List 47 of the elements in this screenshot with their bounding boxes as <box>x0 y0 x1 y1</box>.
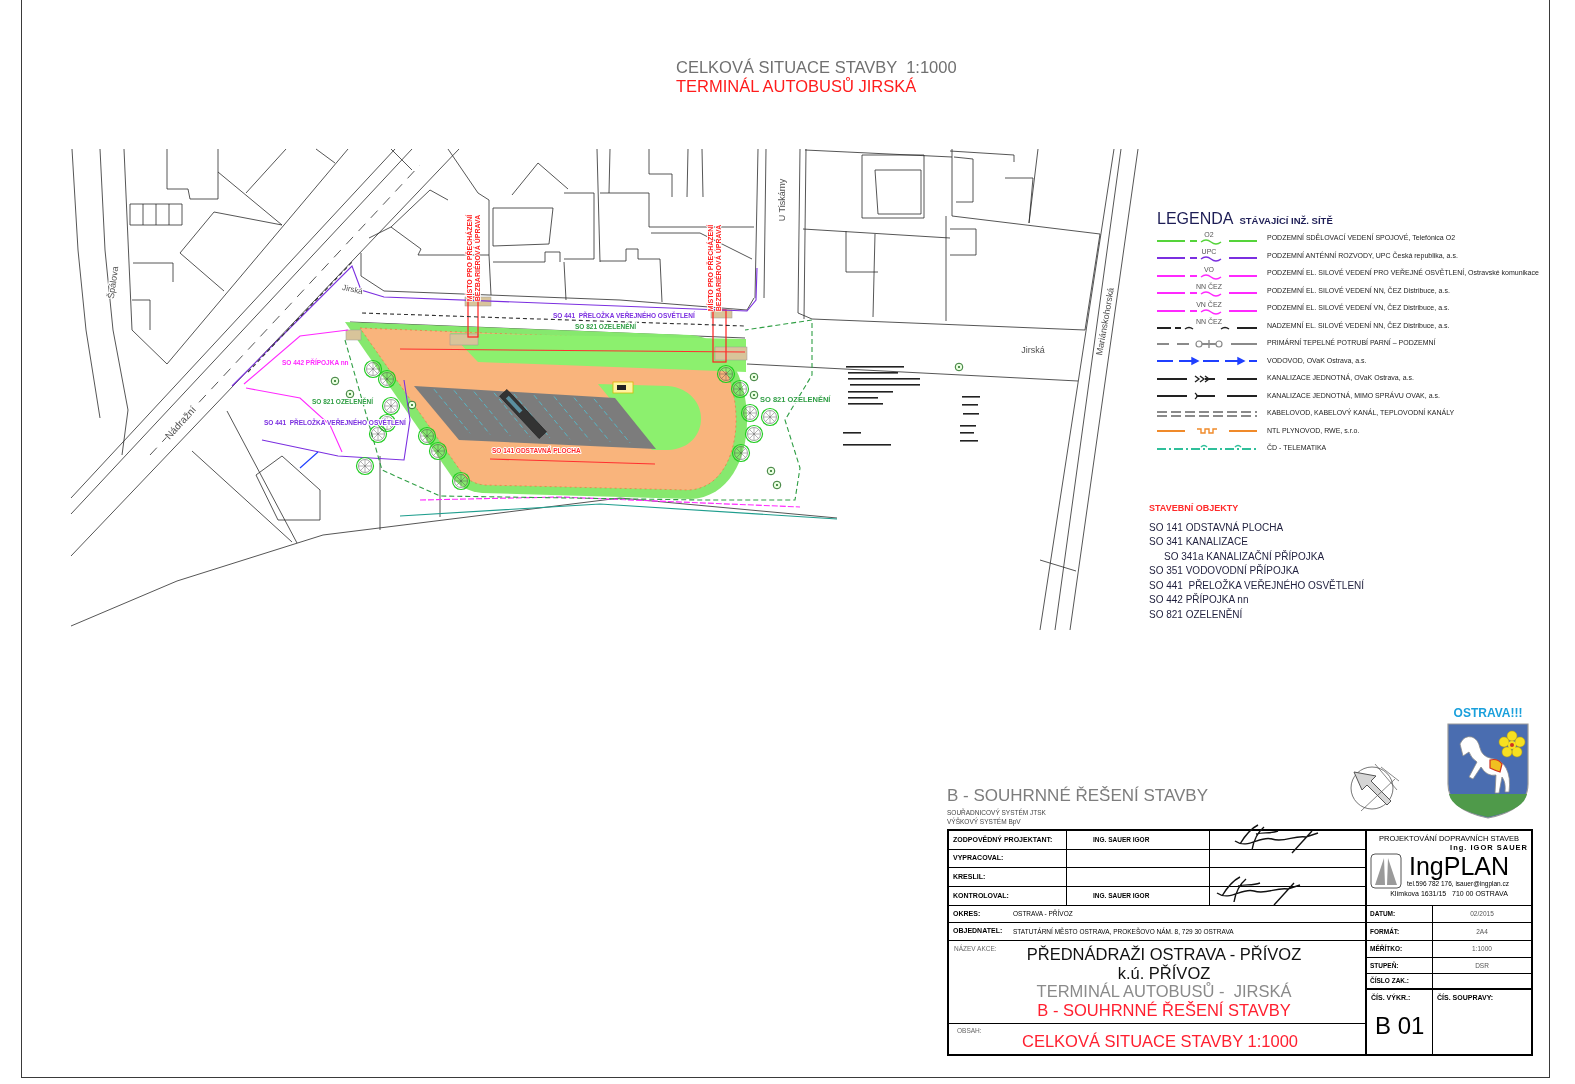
legend-title: LEGENDA <box>1157 210 1234 228</box>
project-title: k.ú. PŘÍVOZ <box>1117 963 1211 982</box>
building-object-item: SO 141 ODSTAVNÁ PLOCHA <box>1149 520 1284 535</box>
building-object-item: SO 442 PŘÍPOJKA nn <box>1149 593 1249 607</box>
shrub-icon <box>954 362 964 372</box>
tree-icon <box>731 443 751 463</box>
tree-icon <box>730 379 750 399</box>
building-object-item: SO 341 KANALIZACE <box>1149 535 1248 549</box>
street-name: Jirská <box>1021 345 1045 355</box>
building-object-item: SO 341a KANALIZAČNÍ PŘÍPOJKA <box>1164 549 1325 564</box>
marker-icon <box>612 381 634 394</box>
company-logo-text: IngPLAN <box>1408 853 1509 880</box>
road-logo-icon <box>1370 853 1402 889</box>
tree-icon <box>377 369 397 389</box>
coat-of-arms-icon <box>1446 722 1530 820</box>
tree-icon <box>744 424 764 444</box>
building-object-item: SO 441 PŘELOŽKA VEŘEJNÉHO OSVĚTLENÍ <box>1149 578 1365 593</box>
tree-icon <box>363 359 383 379</box>
street-name: Špálova <box>105 265 121 300</box>
tree-icon <box>760 407 780 427</box>
tree-icon <box>381 396 401 416</box>
crosswalk-marking <box>712 309 727 363</box>
tree-icon <box>451 471 471 491</box>
building-object-item: SO 821 OZELENĚNÍ <box>1149 607 1243 622</box>
city-caption: OSTRAVA!!! <box>1453 706 1523 720</box>
sheet-title: TERMINÁL AUTOBUSŮ JIRSKÁ <box>676 77 917 96</box>
building-object-item: SO 351 VODOVODNÍ PŘÍPOJKA <box>1149 564 1300 578</box>
shrub-icon <box>407 400 417 410</box>
drawing-heading: B - SOUHRNNÉ ŘEŠENÍ STAVBY <box>947 786 1209 805</box>
tree-icon <box>368 424 388 444</box>
tree-icon <box>428 441 448 461</box>
tree-icon <box>740 403 760 423</box>
objects-title: STAVEBNÍ OBJEKTY <box>1149 501 1239 515</box>
contents-title: CELKOVÁ SITUACE STAVBY 1:1000 <box>1021 1031 1298 1051</box>
sheet-title: CELKOVÁ SITUACE STAVBY 1:1000 <box>676 58 957 77</box>
tree-icon <box>716 364 736 384</box>
tree-icon <box>417 426 437 446</box>
street-name: U Tiskárny <box>777 178 787 222</box>
drawing-number: B 01 <box>1375 1012 1425 1039</box>
project-title: B - SOUHRNNÉ ŘEŠENÍ STAVBY <box>1037 1000 1291 1019</box>
tree-icon <box>355 456 375 476</box>
project-title: PŘEDNÁDRAŽI OSTRAVA - PŘÍVOZ <box>1026 945 1302 964</box>
legend-subtitle: STÁVAJÍCÍ INŽ. SÍTĚ <box>1239 214 1333 228</box>
paving-block <box>345 329 362 341</box>
project-title: TERMINÁL AUTOBUSŮ - JIRSKÁ <box>1036 982 1292 1001</box>
paving-block <box>449 333 479 346</box>
street-name: Jirská <box>341 283 364 297</box>
